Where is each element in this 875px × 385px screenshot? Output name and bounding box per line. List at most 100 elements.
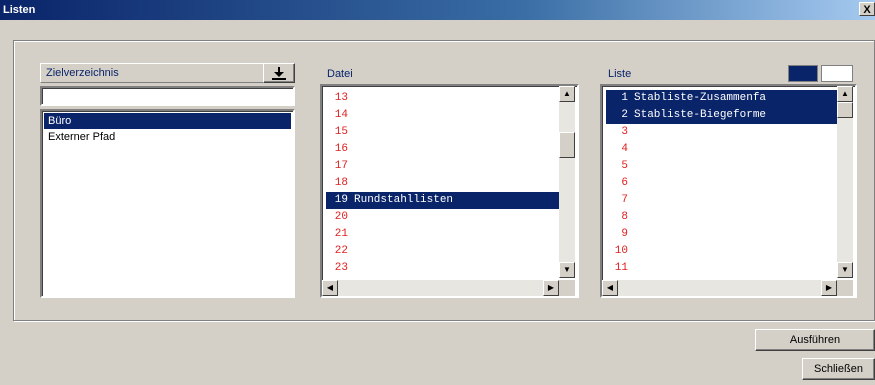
liste-row[interactable]: 2 Stabliste-Biegeforme [606, 107, 837, 124]
liste-row-text [628, 228, 634, 240]
datei-row-text: Rundstahllisten [354, 194, 454, 206]
liste-row-number: 10 [614, 245, 628, 257]
datei-horizontal-scrollbar[interactable]: ◀ ▶ [322, 280, 559, 296]
datei-row-number: 15 [334, 126, 348, 138]
liste-horizontal-scrollbar[interactable]: ◀ ▶ [602, 280, 837, 296]
datei-scroll-corner [559, 280, 575, 296]
datei-row-number: 17 [334, 160, 348, 172]
liste-row-number: 8 [621, 211, 628, 223]
datei-row[interactable]: 20 [326, 209, 559, 226]
datei-header: Datei [327, 68, 353, 80]
liste-vertical-scrollbar[interactable]: ▲ ▼ [837, 86, 853, 278]
datei-scroll-up-button[interactable]: ▲ [559, 86, 575, 102]
liste-row-number: 4 [621, 143, 628, 155]
title-bar: Listen X [0, 0, 875, 20]
datei-row-text [348, 211, 354, 223]
datei-row-text [348, 228, 354, 240]
datei-row[interactable]: 22 [326, 243, 559, 260]
liste-row-number: 9 [621, 228, 628, 240]
datei-row-text [348, 143, 354, 155]
datei-row-number: 21 [334, 228, 348, 240]
zielverzeichnis-header: Zielverzeichnis [40, 63, 295, 83]
liste-scroll-thumb[interactable] [837, 102, 853, 118]
datei-scroll-down-button[interactable]: ▼ [559, 262, 575, 278]
liste-row-number: 3 [621, 126, 628, 138]
liste-row[interactable]: 6 [606, 175, 837, 192]
liste-scroll-left-button[interactable]: ◀ [602, 280, 618, 296]
background-color-swatch[interactable] [821, 65, 853, 82]
datei-row-number: 23 [334, 262, 348, 274]
datei-row-text [348, 109, 354, 121]
datei-row-number: 22 [334, 245, 348, 257]
zielverzeichnis-input[interactable] [40, 86, 295, 106]
datei-row[interactable]: 21 [326, 226, 559, 243]
datei-row-number: 13 [334, 92, 348, 104]
datei-row-number: 16 [334, 143, 348, 155]
datei-row-number: 20 [334, 211, 348, 223]
window-title: Listen [3, 4, 36, 16]
datei-row-text [348, 92, 354, 104]
liste-row[interactable]: 8 [606, 209, 837, 226]
datei-row-number: 19 [334, 194, 348, 206]
liste-row-text [628, 211, 634, 223]
datei-row-text [348, 262, 354, 274]
download-button[interactable] [263, 63, 295, 83]
liste-row[interactable]: 11 [606, 260, 837, 277]
liste-row[interactable]: 10 [606, 243, 837, 260]
zielverzeichnis-list[interactable]: Büro Externer Pfad [40, 109, 295, 298]
datei-row-text [348, 160, 354, 172]
datei-vertical-scrollbar[interactable]: ▲ ▼ [559, 86, 575, 278]
liste-row-text [628, 126, 634, 138]
liste-scroll-corner [837, 280, 853, 296]
datei-row-text [348, 177, 354, 189]
liste-list[interactable]: 1 Stabliste-Zusammenfa 2 Stabliste-Biegefor… [600, 84, 857, 298]
datei-row[interactable]: 17 [326, 158, 559, 175]
datei-scroll-thumb[interactable] [559, 132, 575, 158]
datei-row-number: 14 [334, 109, 348, 121]
download-icon [272, 67, 286, 80]
liste-row-number: 5 [621, 160, 628, 172]
datei-row-number: 18 [334, 177, 348, 189]
liste-row-number: 1 [621, 92, 628, 104]
close-button[interactable]: Schließen [802, 358, 875, 380]
datei-row[interactable]: 15 [326, 124, 559, 141]
run-button[interactable]: Ausführen [755, 329, 875, 351]
zielverzeichnis-item[interactable]: Externer Pfad [44, 129, 291, 145]
liste-row[interactable]: 1 Stabliste-Zusammenfa [606, 90, 837, 107]
liste-row-text [628, 262, 634, 274]
datei-scroll-left-button[interactable]: ◀ [322, 280, 338, 296]
datei-row-text [348, 245, 354, 257]
liste-scroll-right-button[interactable]: ▶ [821, 280, 837, 296]
liste-row-text: Stabliste-Biegeforme [634, 109, 767, 121]
datei-row[interactable]: 13 [326, 90, 559, 107]
liste-scroll-down-button[interactable]: ▼ [837, 262, 853, 278]
liste-header: Liste [608, 68, 632, 80]
liste-row-number: 2 [621, 109, 628, 121]
datei-row[interactable]: 16 [326, 141, 559, 158]
zielverzeichnis-label: Zielverzeichnis [46, 67, 119, 79]
datei-row-text [348, 126, 354, 138]
liste-row-text [628, 245, 634, 257]
datei-row[interactable]: 23 [326, 260, 559, 277]
liste-row-text [628, 194, 634, 206]
datei-row[interactable]: 19 Rundstahllisten [326, 192, 559, 209]
liste-row-number: 7 [621, 194, 628, 206]
liste-row-text [628, 177, 634, 189]
datei-list[interactable]: 13 14 15 16 17 18 19 Rundstahllisten 20 21 22 23 ▲ … [320, 84, 579, 298]
selection-color-swatch[interactable] [788, 65, 818, 82]
datei-scroll-right-button[interactable]: ▶ [543, 280, 559, 296]
liste-row[interactable]: 3 [606, 124, 837, 141]
liste-row-number: 11 [614, 262, 628, 274]
close-window-button[interactable]: X [859, 2, 875, 16]
liste-row-number: 6 [621, 177, 628, 189]
liste-row[interactable]: 9 [606, 226, 837, 243]
liste-row-text [628, 143, 634, 155]
datei-row[interactable]: 18 [326, 175, 559, 192]
liste-row[interactable]: 4 [606, 141, 837, 158]
liste-row[interactable]: 5 [606, 158, 837, 175]
liste-row[interactable]: 7 [606, 192, 837, 209]
liste-row-text [628, 160, 634, 172]
zielverzeichnis-item[interactable]: Büro [44, 113, 291, 129]
datei-row[interactable]: 14 [326, 107, 559, 124]
liste-scroll-up-button[interactable]: ▲ [837, 86, 853, 102]
